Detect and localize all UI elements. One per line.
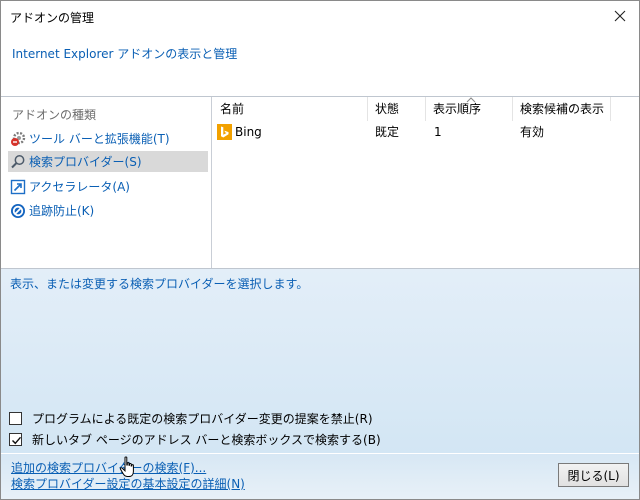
hand-cursor-icon (119, 456, 134, 477)
details-description: 表示、または変更する検索プロバイダーを選択します。 (10, 277, 309, 291)
provider-status: 既定 (375, 125, 400, 139)
checkbox-label: プログラムによる既定の検索プロバイダー変更の提案を禁止(R) (32, 412, 373, 426)
find-more-providers-link[interactable]: 追加の検索プロバイダーの検索(F)... (11, 459, 206, 476)
accelerator-icon (10, 179, 26, 195)
checkbox-label: 新しいタブ ページのアドレス バーと検索ボックスで検索する(B) (32, 433, 381, 447)
title-bar: アドオンの管理 (1, 1, 639, 32)
close-button[interactable]: 閉じる(L) (558, 463, 629, 487)
table-row[interactable]: Bing 既定 1 有効 (213, 122, 639, 142)
details-panel: 表示、または変更する検索プロバイダーを選択します。 プログラムによる既定の検索プ… (1, 269, 639, 453)
dialog-subtitle: Internet Explorer アドオンの表示と管理 (12, 47, 238, 61)
new-tab-search-option[interactable]: 新しいタブ ページのアドレス バーと検索ボックスで検索する(B) (9, 431, 381, 448)
providers-list: 名前 状態 表示順序 検索候補の表示 Bing 既定 1 有効 (213, 97, 639, 268)
dialog-footer: 追加の検索プロバイダーの検索(F)... 検索プロバイダー設定の基本設定の詳細(… (1, 454, 639, 499)
window-title: アドオンの管理 (10, 11, 95, 25)
provider-name: Bing (235, 125, 262, 139)
close-window-button[interactable] (607, 4, 633, 28)
sidebar-item-label: ツール バーと拡張機能(T) (29, 132, 170, 146)
sidebar-item-search-providers[interactable]: 検索プロバイダー(S) (8, 151, 208, 172)
sidebar-item-label: アクセラレータ(A) (29, 180, 130, 194)
sidebar-item-label: 検索プロバイダー(S) (29, 155, 142, 169)
gear-icon (10, 131, 26, 147)
search-icon (10, 154, 26, 170)
checkmark-icon (12, 436, 22, 445)
tracking-protection-icon (10, 203, 26, 219)
table-header: 名前 状態 表示順序 検索候補の表示 (213, 97, 639, 121)
block-provider-change-checkbox[interactable] (9, 412, 22, 425)
new-tab-search-checkbox[interactable] (9, 433, 22, 446)
provider-order: 1 (434, 125, 442, 139)
sidebar-item-accelerators[interactable]: アクセラレータ(A) (8, 176, 208, 197)
add-ons-dialog: アドオンの管理 Internet Explorer アドオンの表示と管理 アドオ… (0, 0, 640, 500)
column-header-status[interactable]: 状態 (368, 97, 426, 121)
dialog-header: Internet Explorer アドオンの表示と管理 (1, 32, 639, 96)
column-header-suggestions[interactable]: 検索候補の表示 (513, 97, 611, 121)
sidebar-item-label: 追跡防止(K) (29, 204, 95, 218)
addon-types-heading: アドオンの種類 (12, 108, 97, 122)
block-provider-change-option[interactable]: プログラムによる既定の検索プロバイダー変更の提案を禁止(R) (9, 410, 373, 427)
column-header-name[interactable]: 名前 (213, 97, 368, 121)
sort-ascending-icon (466, 97, 476, 103)
close-icon (614, 10, 626, 22)
provider-suggestions: 有効 (520, 125, 545, 139)
sidebar-item-tracking-protection[interactable]: 追跡防止(K) (8, 200, 208, 221)
addon-types-pane: アドオンの種類 ツール バーと拡張機能(T) 検索プロバイダー(S) アクセラレ… (1, 97, 212, 268)
sidebar-item-toolbars[interactable]: ツール バーと拡張機能(T) (8, 128, 208, 149)
bing-icon (217, 124, 232, 140)
